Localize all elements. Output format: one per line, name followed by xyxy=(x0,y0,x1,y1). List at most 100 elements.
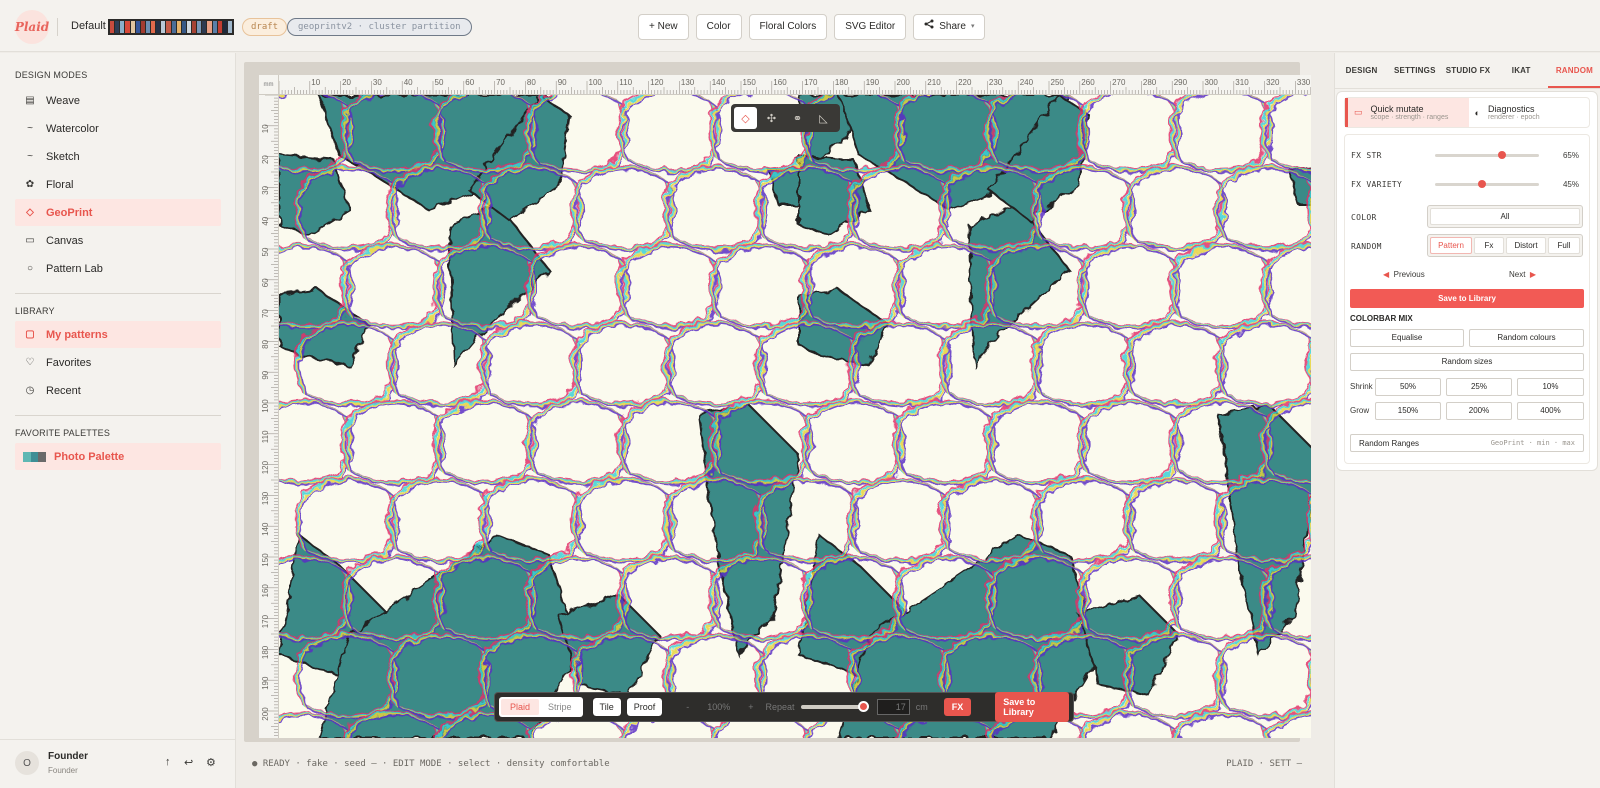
ruler-label: 70 xyxy=(496,78,505,87)
grow-200-button[interactable]: 200% xyxy=(1446,402,1512,420)
random-option-distort[interactable]: Distort xyxy=(1506,237,1546,254)
ruler-label: 200 xyxy=(261,707,270,721)
panel-tabs: DESIGN SETTINGS STUDIO FX IKAT RANDOM xyxy=(1335,53,1600,89)
link-tool-icon[interactable]: ⚭ xyxy=(786,107,809,129)
diamond-tool-icon[interactable]: ◇ xyxy=(734,107,757,129)
ruler-label: 160 xyxy=(261,584,270,598)
zoom-in-button[interactable]: + xyxy=(748,702,753,712)
random-colours-button[interactable]: Random colours xyxy=(1469,329,1584,347)
sketch-icon: ~ xyxy=(27,151,33,162)
undo-icon[interactable]: ↩ xyxy=(184,756,193,769)
ruler-label: 180 xyxy=(261,645,270,659)
ruler-label: 300 xyxy=(1205,78,1219,87)
sidebar-item-geoprint[interactable]: ◇ GeoPrint xyxy=(15,199,221,226)
new-button[interactable]: + New xyxy=(638,14,689,40)
user-name: Founder xyxy=(48,751,88,762)
ruler-label: 290 xyxy=(1174,78,1188,87)
quick-mutate-option[interactable]: ▭ Quick mutate scope · strength · ranges xyxy=(1345,98,1469,127)
sidebar-item-favorites[interactable]: ♡ Favorites xyxy=(15,349,221,376)
workspace-name[interactable]: Default xyxy=(71,20,106,32)
tile-button[interactable]: Tile xyxy=(591,697,622,717)
sidebar-item-recent[interactable]: ◷ Recent xyxy=(15,377,221,404)
tab-studio-fx[interactable]: STUDIO FX xyxy=(1441,53,1494,88)
fx-button[interactable]: FX xyxy=(943,698,972,716)
previous-button[interactable]: ◀ Previous xyxy=(1383,270,1425,279)
palette-item-photo[interactable]: Photo Palette xyxy=(15,443,221,470)
top-actions: + New Color Floral Colors SVG Editor Sha… xyxy=(638,14,986,40)
measure-tool-icon[interactable]: ◺ xyxy=(812,107,835,129)
repeat-slider[interactable] xyxy=(800,701,869,712)
sidebar-item-floral[interactable]: ✿ Floral xyxy=(15,171,221,198)
divider xyxy=(15,293,221,294)
grow-400-button[interactable]: 400% xyxy=(1517,402,1584,420)
swatch xyxy=(156,21,161,33)
share-button[interactable]: Share ▾ xyxy=(913,14,986,40)
proof-button[interactable]: Proof xyxy=(625,697,664,717)
shrink-10-button[interactable]: 10% xyxy=(1517,378,1584,396)
svg-editor-button[interactable]: SVG Editor xyxy=(834,14,907,40)
app-logo[interactable]: Plaid xyxy=(15,10,49,44)
repeat-input[interactable]: 17 xyxy=(877,699,910,715)
upload-icon[interactable]: ↑ xyxy=(165,756,171,768)
move-tool-icon[interactable]: ✣ xyxy=(760,107,783,129)
plaid-option[interactable]: Plaid xyxy=(501,699,540,715)
sidebar-item-canvas[interactable]: ▭ Canvas xyxy=(15,227,221,254)
color-button[interactable]: Color xyxy=(695,14,742,40)
random-sizes-button[interactable]: Random sizes xyxy=(1350,353,1584,371)
next-button[interactable]: Next ▶ xyxy=(1509,270,1536,279)
sidebar-item-watercolor[interactable]: ~ Watercolor xyxy=(15,115,221,142)
diagnostics-option[interactable]: ◐ Diagnostics renderer · epoch xyxy=(1469,98,1590,127)
sidebar-item-pattern-lab[interactable]: ○ Pattern Lab xyxy=(15,255,221,282)
color-option-all[interactable]: All xyxy=(1430,208,1580,225)
random-ranges-row[interactable]: Random Ranges GeoPrint · min · max xyxy=(1350,434,1584,452)
sidebar-item-weave[interactable]: ▤ Weave xyxy=(15,87,221,114)
plaid-stripe-toggle: Plaid Stripe xyxy=(499,697,583,717)
sidebar-item-sketch[interactable]: ~ Sketch xyxy=(15,143,221,170)
ruler-label: 220 xyxy=(958,78,972,87)
swatch xyxy=(171,21,176,33)
random-option-pattern[interactable]: Pattern xyxy=(1430,237,1472,254)
swatch xyxy=(202,21,207,33)
sidebar-item-my-patterns[interactable]: ▢ My patterns xyxy=(15,321,221,348)
ruler-label: 60 xyxy=(465,78,474,87)
slider-knob[interactable] xyxy=(1498,151,1506,159)
floral-colors-button[interactable]: Floral Colors xyxy=(748,14,828,40)
tab-random[interactable]: RANDOM xyxy=(1547,53,1600,88)
random-option-full[interactable]: Full xyxy=(1548,237,1580,254)
tab-ikat[interactable]: IKAT xyxy=(1495,53,1548,88)
avatar[interactable]: O xyxy=(15,751,39,775)
ruler-label: 240 xyxy=(1020,78,1034,87)
mode-badge: geoprintv2 · cluster partition xyxy=(287,18,472,36)
ruler-label: 330 xyxy=(1297,78,1311,87)
fx-variety-value: 45% xyxy=(1562,180,1579,189)
swatch xyxy=(151,21,156,33)
ruler-label: 20 xyxy=(342,78,351,87)
pattern-canvas[interactable] xyxy=(279,95,1311,738)
random-option-fx[interactable]: Fx xyxy=(1474,237,1504,254)
grow-150-button[interactable]: 150% xyxy=(1375,402,1441,420)
gear-icon[interactable]: ⚙ xyxy=(206,756,216,769)
tab-design[interactable]: DESIGN xyxy=(1335,53,1388,88)
divider xyxy=(57,18,58,36)
color-label: COLOR xyxy=(1351,213,1377,222)
ruler-unit: mm xyxy=(259,75,279,95)
save-to-library-button[interactable]: Save to Library xyxy=(995,692,1069,722)
ruler-label: 190 xyxy=(866,78,880,87)
ruler-label: 10 xyxy=(311,78,320,87)
ruler-top: 10 20 30 40 50 60 70 80 90 100 110 120 130 140 150 160 1… xyxy=(259,75,1311,95)
palette-swatch-strip[interactable] xyxy=(108,19,234,35)
equalise-button[interactable]: Equalise xyxy=(1350,329,1464,347)
stripe-option[interactable]: Stripe xyxy=(539,699,581,715)
ruler-label: 10 xyxy=(261,124,270,133)
fx-variety-slider[interactable] xyxy=(1435,180,1539,188)
slider-knob[interactable] xyxy=(1478,180,1486,188)
zoom-out-button[interactable]: - xyxy=(686,702,689,712)
tab-settings[interactable]: SETTINGS xyxy=(1388,53,1441,88)
slider-knob[interactable] xyxy=(857,701,869,712)
shrink-50-button[interactable]: 50% xyxy=(1375,378,1441,396)
library-title: LIBRARY xyxy=(15,306,55,316)
panel-save-to-library-button[interactable]: Save to Library xyxy=(1350,289,1584,308)
fx-str-slider[interactable] xyxy=(1435,151,1539,159)
status-bar: ● READY · fake · seed — · EDIT MODE · se… xyxy=(244,755,1314,775)
shrink-25-button[interactable]: 25% xyxy=(1446,378,1512,396)
